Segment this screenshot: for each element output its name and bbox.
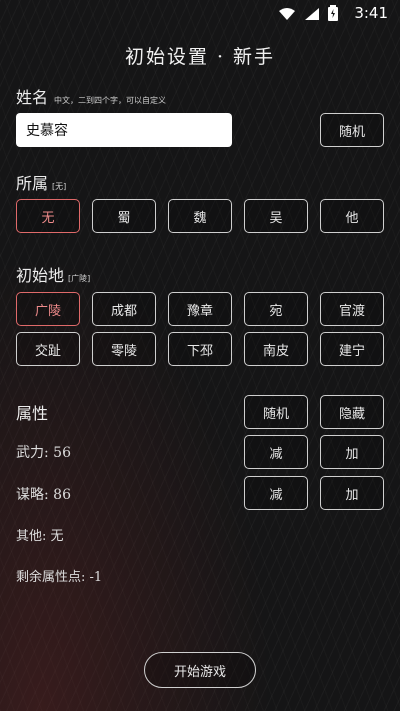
faction-option-shu[interactable]: 蜀 <box>92 199 156 233</box>
faction-section-header: 所属 [无] <box>16 170 66 194</box>
remaining-value: -1 <box>89 570 103 585</box>
origin-option-lingling[interactable]: 零陵 <box>92 332 156 366</box>
mouluo-row: 谋略: 86 <box>16 487 71 503</box>
remaining-label: 剩余属性点 <box>16 570 82 585</box>
wuli-minus-button[interactable]: 减 <box>244 435 308 469</box>
origin-option-chengdu[interactable]: 成都 <box>92 292 156 326</box>
mouluo-label: 谋略 <box>16 487 44 503</box>
start-game-button[interactable]: 开始游戏 <box>144 652 256 688</box>
remaining-points-row: 剩余属性点: -1 <box>16 570 103 585</box>
name-hint: 中文，二到四个字，可以自定义 <box>54 96 167 105</box>
origin-option-guandu[interactable]: 官渡 <box>320 292 384 326</box>
origin-label: 初始地 <box>16 266 65 285</box>
wuli-plus-button[interactable]: 加 <box>320 435 384 469</box>
faction-option-other[interactable]: 他 <box>320 199 384 233</box>
random-name-button[interactable]: 随机 <box>320 113 384 147</box>
faction-option-wei[interactable]: 魏 <box>168 199 232 233</box>
other-value: 无 <box>50 529 64 544</box>
random-attribute-button[interactable]: 随机 <box>244 395 308 429</box>
faction-current: [无] <box>52 182 67 191</box>
signal-icon <box>304 6 320 25</box>
origin-section-header: 初始地 [广陵] <box>16 262 90 286</box>
name-section-header: 姓名 中文，二到四个字，可以自定义 <box>16 84 166 108</box>
battery-icon <box>328 5 338 25</box>
origin-option-jianning[interactable]: 建宁 <box>320 332 384 366</box>
name-input[interactable] <box>16 113 232 147</box>
origin-option-guangling[interactable]: 广陵 <box>16 292 80 326</box>
origin-option-yuzhang[interactable]: 豫章 <box>168 292 232 326</box>
faction-label: 所属 <box>16 174 49 193</box>
wifi-icon <box>278 6 296 25</box>
mouluo-plus-button[interactable]: 加 <box>320 476 384 510</box>
status-icons <box>278 5 338 25</box>
faction-option-none[interactable]: 无 <box>16 199 80 233</box>
origin-current: [广陵] <box>68 274 91 283</box>
wuli-row: 武力: 56 <box>16 445 71 461</box>
name-label: 姓名 <box>16 88 49 107</box>
status-time: 3:41 <box>354 4 388 22</box>
other-row: 其他: 无 <box>16 529 64 544</box>
hide-attribute-button[interactable]: 隐藏 <box>320 395 384 429</box>
mouluo-minus-button[interactable]: 减 <box>244 476 308 510</box>
origin-option-jiaozhi[interactable]: 交趾 <box>16 332 80 366</box>
origin-option-wan[interactable]: 宛 <box>244 292 308 326</box>
mouluo-value: 86 <box>53 487 71 503</box>
origin-option-nanpi[interactable]: 南皮 <box>244 332 308 366</box>
other-label: 其他 <box>16 529 43 544</box>
wuli-label: 武力 <box>16 445 44 461</box>
page-title: 初始设置 · 新手 <box>124 46 276 68</box>
origin-option-xiapi[interactable]: 下邳 <box>168 332 232 366</box>
faction-option-wu[interactable]: 吴 <box>244 199 308 233</box>
wuli-value: 56 <box>53 445 71 461</box>
attribute-label: 属性 <box>16 404 49 423</box>
